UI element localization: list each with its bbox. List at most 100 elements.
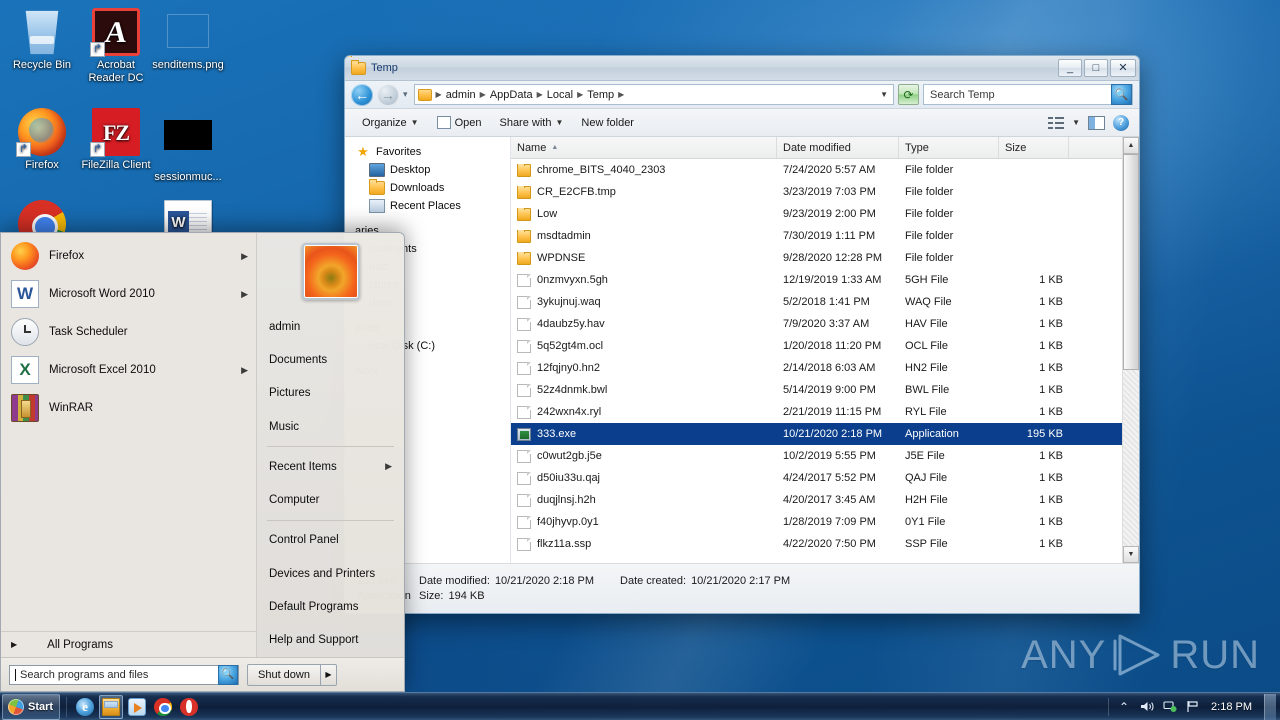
file-name-cell[interactable]: 52z4dnmk.bwl [511, 383, 777, 397]
column-header-date-modified[interactable]: Date modified [777, 137, 899, 158]
column-headers[interactable]: Name ▲ Date modified Type Size [511, 137, 1139, 159]
table-row[interactable]: f40jhyvp.0y1 1/28/2019 7:09 PM 0Y1 File 1 K… [511, 511, 1139, 533]
desktop-icon-senditems-png[interactable]: senditems.png [150, 8, 226, 72]
file-name-cell[interactable]: 242wxn4x.ryl [511, 405, 777, 419]
desktop-icon-recycle-bin[interactable]: Recycle Bin [4, 8, 80, 72]
share-with-button[interactable]: Share with ▼ [490, 113, 572, 133]
forward-button[interactable]: → [377, 83, 399, 106]
table-row[interactable]: Low 9/23/2019 2:00 PM File folder [511, 203, 1139, 225]
table-row[interactable]: chrome_BITS_4040_2303 7/24/2020 5:57 AM Fi… [511, 159, 1139, 181]
show-desktop-button[interactable] [1264, 693, 1276, 720]
start-menu-item-task-scheduler[interactable]: Task Scheduler [1, 313, 256, 351]
file-list[interactable]: chrome_BITS_4040_2303 7/24/2020 5:57 AM Fi… [511, 159, 1139, 563]
open-button[interactable]: Open [428, 112, 491, 133]
table-row[interactable]: CR_E2CFB.tmp 3/23/2019 7:03 PM File folder [511, 181, 1139, 203]
file-name-cell[interactable]: 0nzmvyxn.5gh [511, 273, 777, 287]
start-menu-item-music[interactable]: Music [257, 410, 404, 443]
taskbar-item-windows-explorer[interactable] [99, 694, 123, 719]
start-menu-item-microsoft-word-2010[interactable]: Microsoft Word 2010 ▶ [1, 275, 256, 313]
file-name-cell[interactable]: CR_E2CFB.tmp [511, 185, 777, 199]
refresh-button[interactable]: ⟳ [898, 84, 919, 105]
window-controls[interactable]: _ □ ✕ [1058, 59, 1136, 77]
taskbar-item-windows-media-player[interactable] [125, 695, 149, 719]
list-view-icon[interactable] [1048, 116, 1065, 130]
submenu-arrow-icon[interactable]: ▶ [385, 461, 392, 472]
column-header-type[interactable]: Type [899, 137, 999, 158]
breadcrumb-item-temp[interactable]: Temp [585, 89, 616, 101]
window-title-bar[interactable]: Temp _ □ ✕ [345, 56, 1139, 81]
desktop-icon-sessionmuc[interactable]: sessionmuc... [150, 108, 226, 184]
nav-item-recent-places[interactable]: Recent Places [353, 197, 510, 215]
file-explorer-window[interactable]: Temp _ □ ✕ ← → ▾ ▶ admin ▶ AppData ▶ Loc… [344, 55, 1140, 614]
breadcrumb-item-local[interactable]: Local [545, 89, 575, 101]
file-name-cell[interactable]: 3ykujnuj.waq [511, 295, 777, 309]
breadcrumb-item-appdata[interactable]: AppData [488, 89, 535, 101]
start-menu-item-microsoft-excel-2010[interactable]: Microsoft Excel 2010 ▶ [1, 351, 256, 389]
search-icon[interactable]: 🔍 [1111, 84, 1132, 105]
recent-pages-dropdown-icon[interactable]: ▾ [403, 89, 408, 100]
shutdown-options-arrow-icon[interactable]: ▶ [319, 664, 336, 685]
file-list-pane[interactable]: Name ▲ Date modified Type Size chrome_BI… [511, 137, 1139, 563]
start-menu-places-pane[interactable]: admin Documents Pictures Music Recent It… [257, 233, 404, 657]
start-menu-item-computer[interactable]: Computer [257, 483, 404, 516]
desktop-icon-filezilla[interactable]: FileZilla Client [78, 108, 154, 172]
nav-item-downloads[interactable]: Downloads [353, 179, 510, 197]
taskbar-item-opera[interactable] [177, 695, 201, 719]
avatar[interactable] [301, 243, 360, 300]
start-menu-programs-pane[interactable]: Firefox ▶ Microsoft Word 2010 ▶ Task Sch… [1, 233, 257, 657]
breadcrumb[interactable]: ▶ admin ▶ AppData ▶ Local ▶ Temp ▶ ▼ [413, 84, 894, 105]
table-row[interactable]: 12fqjny0.hn2 2/14/2018 6:03 AM HN2 File 1 K… [511, 357, 1139, 379]
submenu-arrow-icon[interactable]: ▶ [241, 365, 248, 376]
search-icon[interactable]: 🔍 [218, 664, 238, 685]
help-icon[interactable]: ? [1113, 114, 1129, 131]
start-button[interactable]: Start [2, 693, 60, 720]
organize-button[interactable]: Organize ▼ [353, 113, 428, 133]
file-name-cell[interactable]: Low [511, 207, 777, 221]
file-name-cell[interactable]: d50iu33u.qaj [511, 471, 777, 485]
search-box[interactable]: Search Temp 🔍 [923, 84, 1133, 105]
submenu-arrow-icon[interactable]: ▶ [241, 251, 248, 262]
column-header-name[interactable]: Name ▲ [511, 137, 777, 158]
back-button[interactable]: ← [351, 83, 373, 106]
taskbar-item-chrome[interactable] [151, 695, 175, 719]
start-menu-item-recent-items[interactable]: Recent Items ▶ [257, 450, 404, 483]
start-menu-search-box[interactable]: Search programs and files 🔍 [9, 664, 239, 685]
close-button[interactable]: ✕ [1110, 59, 1136, 77]
start-menu-footer[interactable]: Search programs and files 🔍 Shut down ▶ [1, 657, 404, 691]
start-menu-item-default-programs[interactable]: Default Programs [257, 590, 404, 623]
start-menu-item-devices-and-printers[interactable]: Devices and Printers [257, 557, 404, 590]
file-name-cell[interactable]: f40jhyvp.0y1 [511, 515, 777, 529]
breadcrumb-item-admin[interactable]: admin [444, 89, 478, 101]
address-bar[interactable]: ← → ▾ ▶ admin ▶ AppData ▶ Local ▶ Temp ▶… [345, 81, 1139, 109]
taskbar-clock[interactable]: 2:18 PM [1208, 701, 1255, 713]
scroll-up-button[interactable]: ▲ [1123, 137, 1139, 154]
shutdown-button[interactable]: Shut down ▶ [247, 663, 337, 686]
desktop-icon-acrobat-reader[interactable]: Acrobat Reader DC [78, 8, 154, 85]
start-menu-item-firefox[interactable]: Firefox ▶ [1, 237, 256, 275]
file-name-cell[interactable]: msdtadmin [511, 229, 777, 243]
start-menu-item-winrar[interactable]: WinRAR [1, 389, 256, 427]
volume-icon[interactable] [1139, 699, 1155, 715]
vertical-scrollbar[interactable]: ▲ ▼ [1122, 137, 1139, 563]
column-header-size[interactable]: Size [999, 137, 1069, 158]
file-name-cell[interactable]: flkz11a.ssp [511, 537, 777, 551]
start-menu-user-name[interactable]: admin [257, 310, 404, 343]
file-name-cell[interactable]: WPDNSE [511, 251, 777, 265]
system-tray[interactable]: ⌃ 2:18 PM [1108, 693, 1280, 720]
search-input[interactable]: Search programs and files [20, 669, 214, 681]
start-menu[interactable]: Firefox ▶ Microsoft Word 2010 ▶ Task Sch… [0, 232, 405, 692]
start-menu-item-pictures[interactable]: Pictures [257, 377, 404, 410]
minimize-button[interactable]: _ [1058, 59, 1082, 77]
preview-pane-icon[interactable] [1088, 115, 1105, 130]
start-menu-item-documents[interactable]: Documents [257, 343, 404, 376]
file-name-cell[interactable]: 333.exe [511, 427, 777, 441]
chevron-down-icon[interactable]: ▼ [1072, 118, 1080, 127]
show-hidden-icons-icon[interactable]: ⌃ [1116, 699, 1132, 715]
table-row[interactable]: 0nzmvyxn.5gh 12/19/2019 1:33 AM 5GH File 1 … [511, 269, 1139, 291]
search-input[interactable]: Search Temp [930, 89, 1107, 101]
network-icon[interactable] [1162, 699, 1178, 715]
action-center-flag-icon[interactable] [1185, 699, 1201, 715]
table-row[interactable]: 242wxn4x.ryl 2/21/2019 11:15 PM RYL File 1 … [511, 401, 1139, 423]
nav-group-favorites[interactable]: ★ Favorites [353, 143, 510, 161]
taskbar[interactable]: Start ⌃ 2:18 PM [0, 692, 1280, 720]
